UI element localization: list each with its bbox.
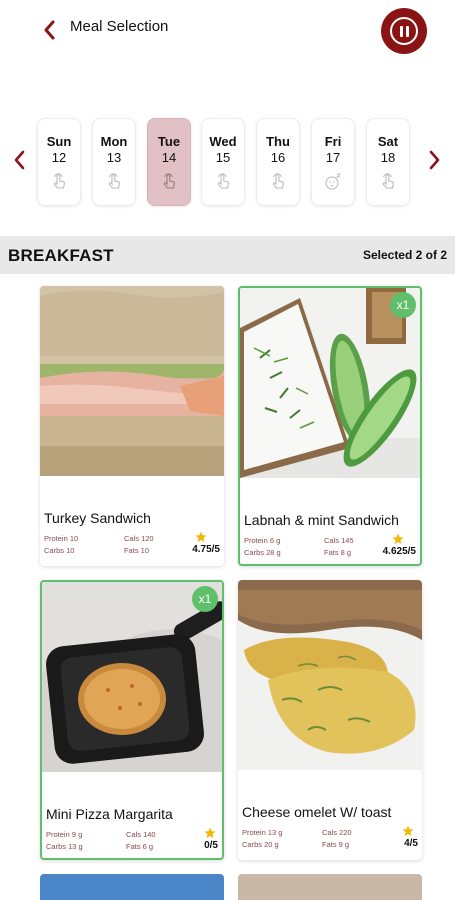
pause-button[interactable]	[381, 8, 427, 54]
section-title: BREAKFAST	[8, 246, 114, 265]
protein-value: Protein 13 g	[242, 828, 283, 837]
page-title: Meal Selection	[70, 18, 169, 35]
meal-name: Labnah & mint Sandwich	[244, 512, 399, 528]
chevron-left-icon[interactable]	[40, 18, 60, 42]
fats-value: Fats 8 g	[324, 548, 352, 557]
meal-photo	[238, 580, 422, 770]
rating-value: 4.625/5	[382, 546, 416, 557]
meal-photo	[42, 582, 222, 772]
star-icon	[392, 533, 404, 544]
cals-value: Cals 220	[322, 828, 352, 837]
cals-value: Cals 145	[324, 536, 354, 545]
rating-value: 0/5	[204, 840, 218, 851]
day-mon[interactable]: Mon 13	[92, 118, 136, 206]
sleep-icon	[325, 173, 342, 190]
tap-icon	[217, 173, 229, 189]
carbs-value: Carbs 10	[44, 546, 75, 555]
star-icon	[204, 827, 216, 838]
app-header: Meal Selection	[0, 0, 455, 64]
tap-icon	[108, 173, 120, 189]
rating-value: 4.75/5	[192, 544, 220, 555]
star-icon	[402, 825, 414, 836]
carbs-value: Carbs 20 g	[242, 840, 279, 849]
protein-value: Protein 9 g	[46, 830, 83, 839]
pause-icon	[390, 17, 418, 45]
protein-value: Protein 10	[44, 534, 79, 543]
meal-card-labnah-mint-sandwich[interactable]: x1 Labnah & mint Sandwich Protein 6 g Ca…	[238, 286, 422, 566]
selection-count: Selected 2 of 2	[362, 248, 447, 262]
week-selector: Sun 12 Mon 13 Tue 14 Wed 15 Thu 16 Fri 1…	[0, 116, 455, 208]
prev-week-icon[interactable]	[12, 148, 28, 172]
tap-icon	[272, 173, 284, 189]
meal-card-peek[interactable]	[40, 874, 224, 900]
carbs-value: Carbs 13 g	[46, 842, 83, 851]
meal-card-turkey-sandwich[interactable]: Turkey Sandwich Protein 10 Cals 120 Carb…	[40, 286, 224, 566]
day-sun[interactable]: Sun 12	[37, 118, 81, 206]
cals-value: Cals 120	[124, 534, 154, 543]
meal-card-mini-pizza-margarita[interactable]: x1 Mini Pizza Margarita Protein 9 g Cals…	[40, 580, 224, 860]
quantity-badge: x1	[192, 586, 218, 612]
day-tue[interactable]: Tue 14	[147, 118, 191, 206]
meal-photo	[40, 286, 224, 476]
cals-value: Cals 140	[126, 830, 156, 839]
day-sat[interactable]: Sat 18	[366, 118, 410, 206]
day-fri[interactable]: Fri 17	[311, 118, 355, 206]
fats-value: Fats 6 g	[126, 842, 154, 851]
carbs-value: Carbs 28 g	[244, 548, 281, 557]
day-thu[interactable]: Thu 16	[256, 118, 300, 206]
meal-name: Turkey Sandwich	[44, 510, 151, 526]
meal-name: Cheese omelet W/ toast	[242, 804, 392, 820]
rating-value: 4/5	[404, 838, 418, 849]
fats-value: Fats 10	[124, 546, 150, 555]
fats-value: Fats 9 g	[322, 840, 350, 849]
quantity-badge: x1	[390, 292, 416, 318]
tap-icon	[163, 173, 175, 189]
tap-icon	[53, 173, 65, 189]
meal-card-peek[interactable]	[238, 874, 422, 900]
star-icon	[195, 531, 207, 542]
day-wed[interactable]: Wed 15	[201, 118, 245, 206]
breakfast-section-header: BREAKFAST Selected 2 of 2	[0, 236, 455, 274]
next-week-icon[interactable]	[426, 148, 442, 172]
meal-name: Mini Pizza Margarita	[46, 806, 173, 822]
meal-card-cheese-omelet-toast[interactable]: Cheese omelet W/ toast Protein 13 g Cals…	[238, 580, 422, 860]
meal-photo	[240, 288, 420, 478]
protein-value: Protein 6 g	[244, 536, 281, 545]
tap-icon	[382, 173, 394, 189]
